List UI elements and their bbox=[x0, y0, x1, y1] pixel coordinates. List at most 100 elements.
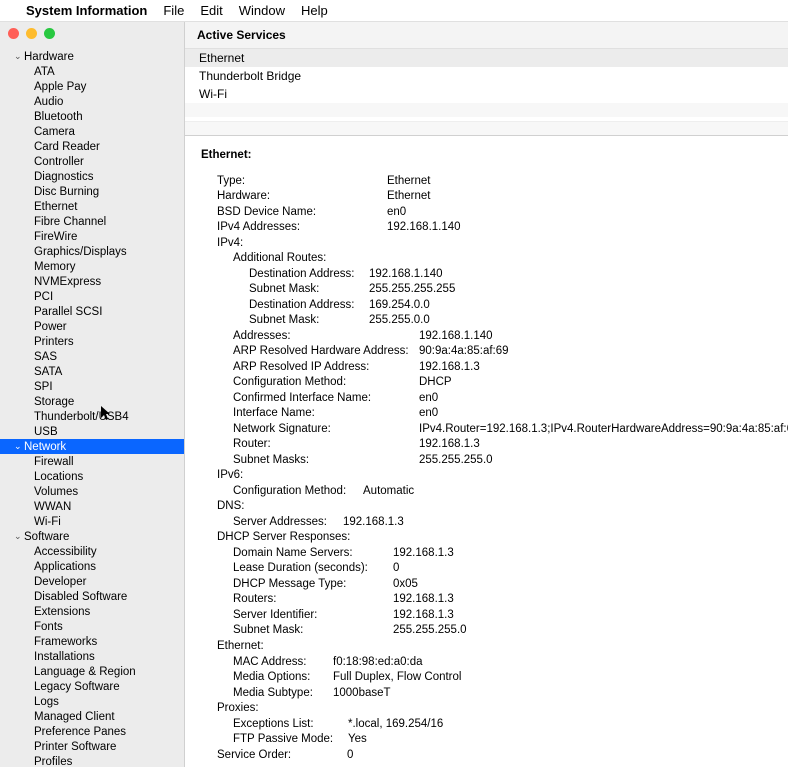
detail-row: Server Addresses:192.168.1.3 bbox=[201, 515, 772, 531]
app-name[interactable]: System Information bbox=[26, 3, 147, 18]
sidebar-item[interactable]: Parallel SCSI bbox=[0, 304, 184, 319]
detail-row: Addresses:192.168.1.140 bbox=[201, 329, 772, 345]
detail-row: Configuration Method:DHCP bbox=[201, 375, 772, 391]
sidebar-item[interactable]: Locations bbox=[0, 469, 184, 484]
detail-key: ARP Resolved IP Address: bbox=[233, 360, 419, 376]
sidebar-item-label: Graphics/Displays bbox=[34, 246, 127, 258]
detail-panel[interactable]: Ethernet: Type:EthernetHardware:Ethernet… bbox=[185, 136, 788, 767]
menu-window[interactable]: Window bbox=[239, 3, 285, 18]
detail-value: 192.168.1.3 bbox=[393, 592, 454, 608]
sidebar-section-software[interactable]: ⌄Software bbox=[0, 529, 184, 544]
sidebar-item[interactable]: NVMExpress bbox=[0, 274, 184, 289]
sidebar-item[interactable]: USB bbox=[0, 424, 184, 439]
sidebar-item[interactable]: Fibre Channel bbox=[0, 214, 184, 229]
sidebar-item[interactable]: Installations bbox=[0, 649, 184, 664]
sidebar-item[interactable]: Ethernet bbox=[0, 199, 184, 214]
detail-row: Interface Name:en0 bbox=[201, 406, 772, 422]
sidebar-item-label: Camera bbox=[34, 126, 75, 138]
sidebar-item-label: Bluetooth bbox=[34, 111, 83, 123]
sidebar-item[interactable]: SPI bbox=[0, 379, 184, 394]
sidebar-item[interactable]: Managed Client bbox=[0, 709, 184, 724]
sidebar-item-label: Power bbox=[34, 321, 67, 333]
detail-row: Router:192.168.1.3 bbox=[201, 437, 772, 453]
sidebar-item[interactable]: Memory bbox=[0, 259, 184, 274]
detail-key: Media Options: bbox=[233, 670, 333, 686]
sidebar-item[interactable]: Fonts bbox=[0, 619, 184, 634]
sidebar-item[interactable]: Extensions bbox=[0, 604, 184, 619]
sidebar-item-label: Apple Pay bbox=[34, 81, 86, 93]
menu-edit[interactable]: Edit bbox=[200, 3, 222, 18]
sidebar-item[interactable]: Apple Pay bbox=[0, 79, 184, 94]
sidebar-item[interactable]: Diagnostics bbox=[0, 169, 184, 184]
sidebar-item[interactable]: WWAN bbox=[0, 499, 184, 514]
detail-key: Domain Name Servers: bbox=[233, 546, 393, 562]
detail-key: DHCP Message Type: bbox=[233, 577, 393, 593]
sidebar-section-hardware[interactable]: ⌄Hardware bbox=[0, 49, 184, 64]
sidebar-item[interactable]: Disc Burning bbox=[0, 184, 184, 199]
sidebar-item-label: SAS bbox=[34, 351, 57, 363]
sidebar-item[interactable]: Frameworks bbox=[0, 634, 184, 649]
sidebar-item[interactable]: Controller bbox=[0, 154, 184, 169]
detail-title: Ethernet: bbox=[201, 148, 772, 164]
sidebar-item[interactable]: Printers bbox=[0, 334, 184, 349]
detail-value: 255.255.255.0 bbox=[419, 453, 493, 469]
sidebar-item[interactable]: Preference Panes bbox=[0, 724, 184, 739]
detail-row: Service Order:0 bbox=[201, 748, 772, 764]
service-row[interactable]: Ethernet bbox=[185, 49, 788, 67]
sidebar-item-label: Parallel SCSI bbox=[34, 306, 102, 318]
detail-row: Exceptions List:*.local, 169.254/16 bbox=[201, 717, 772, 733]
sidebar-item[interactable]: Storage bbox=[0, 394, 184, 409]
sidebar-item[interactable]: Firewall bbox=[0, 454, 184, 469]
sidebar-item[interactable]: Bluetooth bbox=[0, 109, 184, 124]
sidebar-item[interactable]: SAS bbox=[0, 349, 184, 364]
sidebar-item[interactable]: SATA bbox=[0, 364, 184, 379]
maximize-button[interactable] bbox=[44, 28, 55, 39]
detail-key: Configuration Method: bbox=[233, 375, 419, 391]
sidebar-item[interactable]: Logs bbox=[0, 694, 184, 709]
sidebar-item[interactable]: Volumes bbox=[0, 484, 184, 499]
chevron-down-icon: ⌄ bbox=[14, 441, 24, 452]
sidebar-item[interactable]: Profiles bbox=[0, 754, 184, 767]
sidebar-item[interactable]: Accessibility bbox=[0, 544, 184, 559]
menu-file[interactable]: File bbox=[163, 3, 184, 18]
sidebar-item[interactable]: Power bbox=[0, 319, 184, 334]
sidebar-item-label: Extensions bbox=[34, 606, 90, 618]
sidebar-item-label: USB bbox=[34, 426, 58, 438]
sidebar-item[interactable]: Audio bbox=[0, 94, 184, 109]
menubar: System Information File Edit Window Help bbox=[0, 0, 788, 22]
sidebar-item[interactable]: Developer bbox=[0, 574, 184, 589]
sidebar-item[interactable]: Disabled Software bbox=[0, 589, 184, 604]
sidebar-item-label: Audio bbox=[34, 96, 63, 108]
detail-key: Subnet Masks: bbox=[233, 453, 419, 469]
detail-row: Subnet Mask:255.255.0.0 bbox=[201, 313, 772, 329]
sidebar-item[interactable]: Applications bbox=[0, 559, 184, 574]
sidebar-item[interactable]: PCI bbox=[0, 289, 184, 304]
sidebar-item[interactable]: Graphics/Displays bbox=[0, 244, 184, 259]
detail-row: MAC Address:f0:18:98:ed:a0:da bbox=[201, 655, 772, 671]
sidebar-item-label: SPI bbox=[34, 381, 53, 393]
sidebar-item[interactable]: Thunderbolt/USB4 bbox=[0, 409, 184, 424]
close-button[interactable] bbox=[8, 28, 19, 39]
menu-help[interactable]: Help bbox=[301, 3, 328, 18]
sidebar[interactable]: ⌄HardwareATA Apple Pay Audio Bluetooth Camer… bbox=[0, 22, 185, 767]
sidebar-item-label: Disabled Software bbox=[34, 591, 127, 603]
sidebar-section-network[interactable]: ⌄Network bbox=[0, 439, 184, 454]
service-row[interactable]: Wi-Fi bbox=[185, 85, 788, 103]
sidebar-item[interactable]: Legacy Software bbox=[0, 679, 184, 694]
detail-row: Subnet Mask:255.255.255.0 bbox=[201, 623, 772, 639]
sidebar-item[interactable]: FireWire bbox=[0, 229, 184, 244]
service-row[interactable]: Thunderbolt Bridge bbox=[185, 67, 788, 85]
sidebar-item-label: Volumes bbox=[34, 486, 78, 498]
sidebar-item[interactable]: Printer Software bbox=[0, 739, 184, 754]
sidebar-item[interactable]: ATA bbox=[0, 64, 184, 79]
detail-key: Lease Duration (seconds): bbox=[233, 561, 393, 577]
detail-key: Service Order: bbox=[217, 748, 347, 764]
sidebar-item[interactable]: Card Reader bbox=[0, 139, 184, 154]
sidebar-item[interactable]: Wi-Fi bbox=[0, 514, 184, 529]
sidebar-item[interactable]: Language & Region bbox=[0, 664, 184, 679]
minimize-button[interactable] bbox=[26, 28, 37, 39]
sidebar-item-label: Logs bbox=[34, 696, 59, 708]
detail-key: Subnet Mask: bbox=[249, 282, 369, 298]
sidebar-item[interactable]: Camera bbox=[0, 124, 184, 139]
detail-row: Additional Routes: bbox=[201, 251, 772, 267]
